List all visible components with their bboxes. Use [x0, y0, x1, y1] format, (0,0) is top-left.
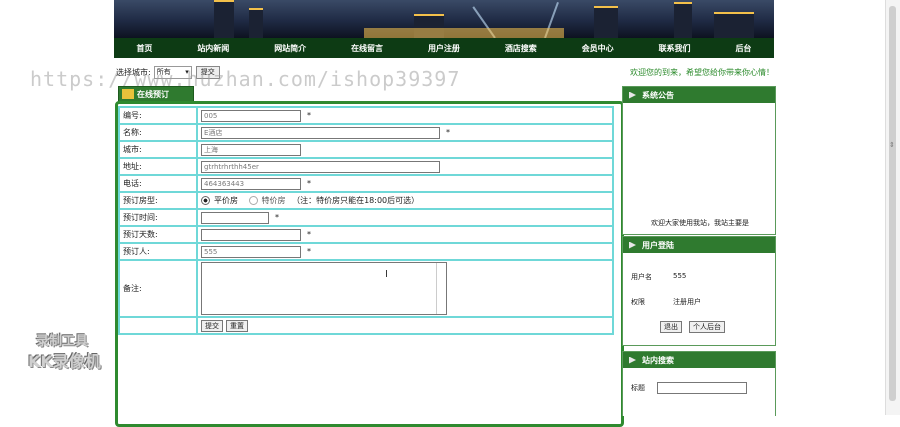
building	[714, 12, 754, 38]
nav-hotel-search[interactable]: 酒店搜索	[505, 43, 537, 54]
field-label: 预订天数:	[118, 225, 198, 244]
stamp-line1: 录制工具	[36, 334, 89, 349]
logout-button[interactable]: 退出	[660, 321, 682, 333]
login-header: 用户登陆	[623, 237, 775, 253]
nav-about[interactable]: 网站简介	[274, 43, 306, 54]
radio-label: 平价房	[214, 196, 238, 205]
search-panel: 站内搜索 标题	[622, 351, 776, 416]
search-title: 站内搜索	[642, 355, 674, 365]
required-mark: *	[275, 213, 279, 222]
building	[674, 2, 692, 38]
form-row-room-type: 预订房型: 平价房 特价房 （注：特价房只能在18:00后可选）	[118, 191, 614, 210]
header-banner	[114, 0, 774, 38]
form-reset-button[interactable]: 重置	[226, 319, 248, 332]
announcement-panel: 系统公告 欢迎大家使用我站，我站主要是	[622, 86, 776, 235]
form-row-phone: 电话: 464363443 *	[118, 174, 614, 193]
username-value: 555	[673, 272, 687, 280]
field-label: 预订时间:	[118, 208, 198, 227]
textarea-scrollbar[interactable]	[436, 263, 446, 314]
stamp-line2: KK录像机	[28, 352, 101, 371]
booking-icon	[122, 89, 134, 99]
field-label: 预订人:	[118, 242, 198, 261]
field-label: 备注:	[118, 259, 198, 318]
role-value: 注册用户	[673, 298, 701, 306]
city-lights	[364, 28, 564, 38]
form-row-days: 预订天数: *	[118, 225, 614, 244]
search-header: 站内搜索	[623, 352, 775, 368]
user-center-button[interactable]: 个人后台	[689, 321, 725, 333]
field-label: 名称:	[118, 123, 198, 142]
required-mark: *	[307, 179, 311, 188]
booking-days-input[interactable]	[201, 228, 301, 241]
recorder-stamp: 录制工具 KK录像机	[28, 332, 101, 372]
scroll-arrows-icon: ⇕	[889, 141, 895, 149]
form-submit-button[interactable]: 提交	[201, 319, 223, 332]
booking-tab: 在线预订	[118, 86, 194, 102]
building	[214, 0, 234, 38]
required-mark: *	[307, 247, 311, 256]
radio-standard-room[interactable]	[201, 196, 210, 205]
radio-special-room[interactable]	[248, 196, 258, 205]
city-filter-label: 选择城市:	[116, 67, 151, 77]
form-row-name: 名称: E酒店 *	[118, 123, 614, 142]
nav-member-center[interactable]: 会员中心	[582, 43, 614, 54]
field-label: 编号:	[118, 106, 198, 125]
field-label: 城市:	[118, 140, 198, 159]
city-filter-bar: 选择城市: 所有 提交 欢迎您的到来，希望您给你带来你心情！	[114, 62, 774, 82]
radio-label: 特价房	[261, 196, 286, 205]
form-row-address: 地址: gtrhtrhrthh45er	[118, 157, 614, 176]
city-input[interactable]: 上海	[201, 143, 301, 156]
arrow-icon	[629, 241, 636, 249]
username-label: 用户名	[631, 273, 652, 281]
building	[249, 8, 263, 38]
field-label: 预订房型:	[118, 191, 198, 210]
booking-tab-label: 在线预订	[137, 89, 169, 99]
arrow-icon	[629, 356, 636, 364]
nav-register[interactable]: 用户注册	[428, 43, 460, 54]
role-label: 权限	[631, 298, 645, 306]
address-input[interactable]: gtrhtrhrthh45er	[201, 160, 440, 173]
form-row-actions: 提交 重置	[118, 316, 614, 335]
nav-guestbook[interactable]: 在线留言	[351, 43, 383, 54]
login-title: 用户登陆	[642, 240, 674, 250]
hotel-name-input[interactable]: E酒店	[201, 126, 440, 139]
text-cursor-icon: I	[385, 269, 388, 280]
form-row-remark: 备注: I	[118, 259, 614, 318]
announcement-text: 欢迎大家使用我站，我站主要是	[651, 219, 749, 227]
empty-cell	[118, 316, 198, 335]
required-mark: *	[307, 111, 311, 120]
nav-news[interactable]: 站内新闻	[197, 43, 229, 54]
booking-form: 编号: 005 * 名称: E酒店 * 城市: 上海 地址: gtrhtrhrthh…	[118, 106, 614, 335]
search-input[interactable]	[657, 382, 747, 394]
nav-home[interactable]: 首页	[136, 43, 152, 54]
search-label: 标题	[631, 384, 645, 392]
announcement-title: 系统公告	[642, 90, 674, 100]
room-type-note: （注：特价房只能在18:00后可选）	[292, 196, 420, 205]
form-row-time: 预订时间: *	[118, 208, 614, 227]
arrow-icon	[629, 91, 636, 99]
announcement-header: 系统公告	[623, 87, 775, 103]
field-label: 电话:	[118, 174, 198, 193]
phone-input[interactable]: 464363443	[201, 177, 301, 190]
welcome-marquee: 欢迎您的到来，希望您给你带来你心情！	[630, 67, 774, 77]
login-panel: 用户登陆 用户名 555 权限 注册用户 退出 个人后台	[622, 236, 776, 346]
remark-textarea[interactable]: I	[201, 262, 447, 315]
required-mark: *	[307, 230, 311, 239]
form-row-city: 城市: 上海	[118, 140, 614, 159]
form-row-id: 编号: 005 *	[118, 106, 614, 125]
required-mark: *	[446, 128, 450, 137]
nav-contact[interactable]: 联系我们	[659, 43, 691, 54]
building	[594, 6, 618, 38]
page-scrollbar[interactable]: ⇕	[885, 0, 900, 415]
hotel-id-input[interactable]: 005	[201, 109, 301, 122]
booking-person-input[interactable]: 555	[201, 245, 301, 258]
city-submit-button[interactable]: 提交	[195, 65, 220, 79]
scrollbar-thumb[interactable]	[889, 6, 896, 401]
form-row-person: 预订人: 555 *	[118, 242, 614, 261]
city-select[interactable]: 所有	[153, 65, 192, 79]
main-nav: 首页 站内新闻 网站简介 在线留言 用户注册 酒店搜索 会员中心 联系我们 后台	[114, 38, 774, 58]
nav-admin[interactable]: 后台	[735, 43, 751, 54]
booking-time-input[interactable]	[201, 211, 269, 224]
field-label: 地址:	[118, 157, 198, 176]
